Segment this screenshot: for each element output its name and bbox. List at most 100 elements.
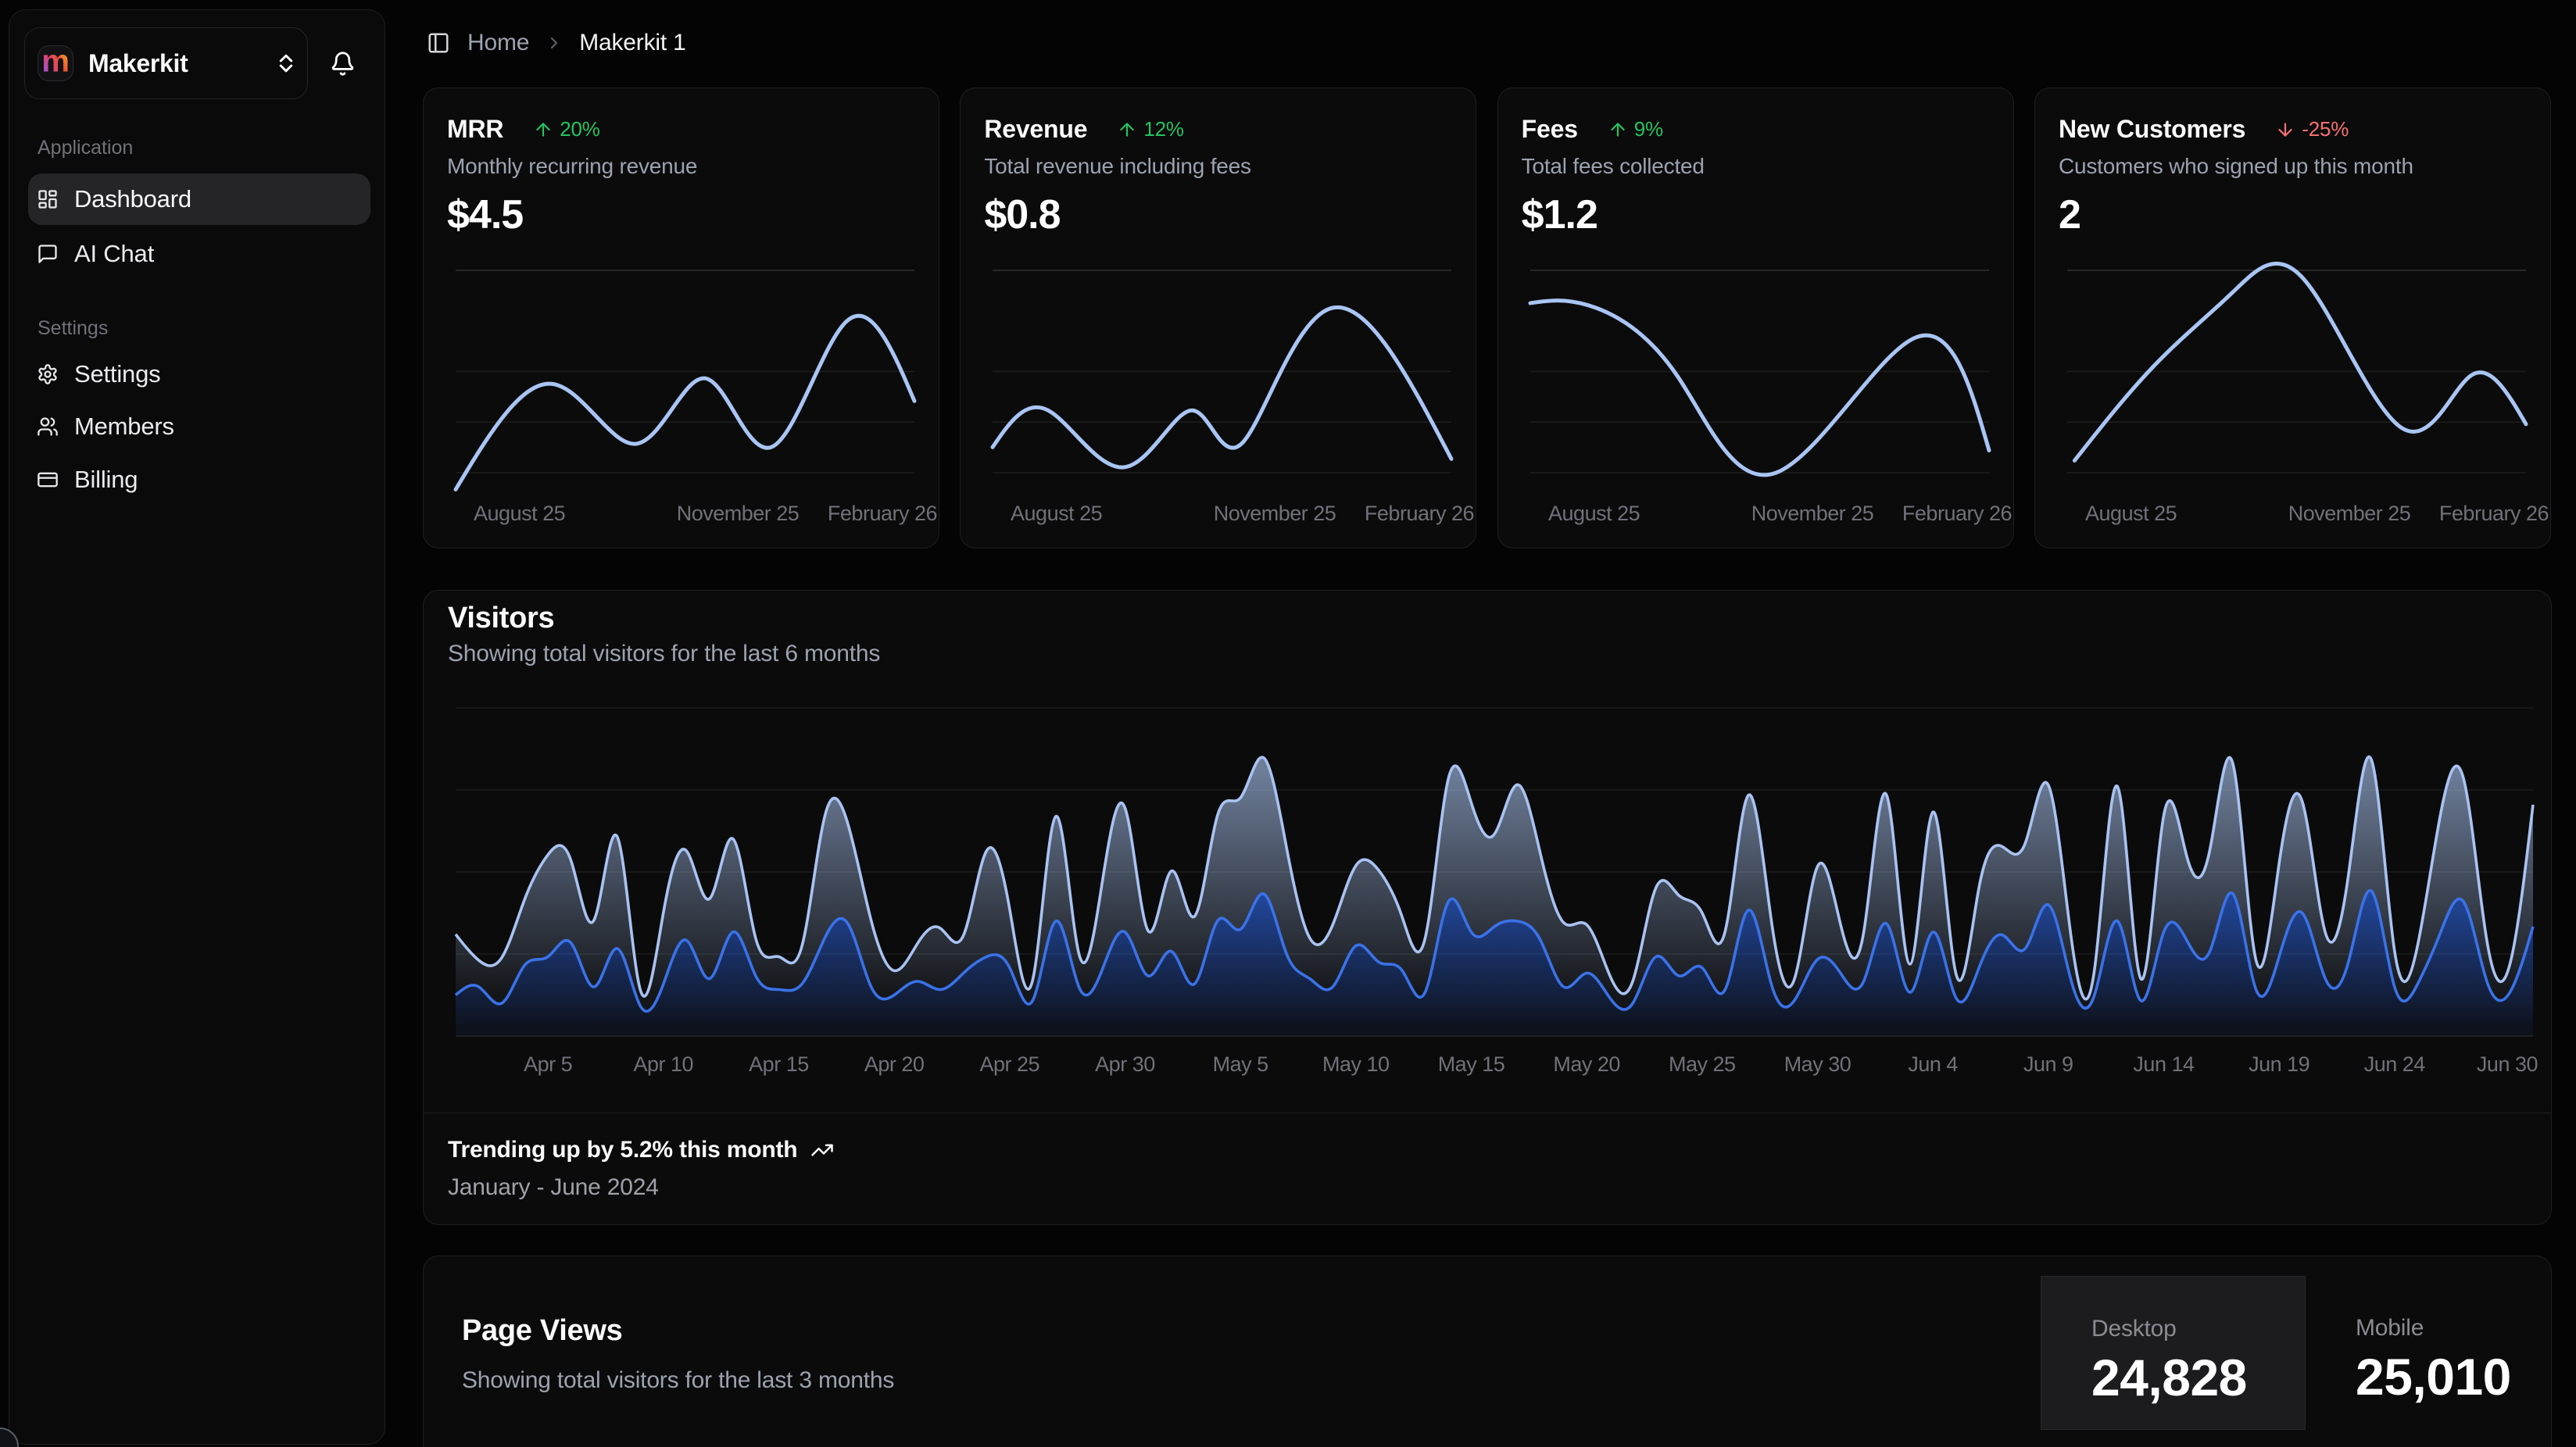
team-name: Makerkit [88,49,275,78]
page-views-stat-mobile[interactable]: Mobile25,010 [2306,1276,2551,1430]
svg-text:Jun 30: Jun 30 [2477,1052,2538,1076]
page-views-stats: Desktop 24,828Mobile25,010 [2041,1276,2551,1430]
svg-text:May 30: May 30 [1784,1052,1852,1076]
stat-card-new-customers: New Customers-25%Customers who signed up… [2034,88,2551,548]
svg-text:November 25: November 25 [1751,502,1873,525]
svg-text:Apr 30: Apr 30 [1095,1052,1155,1076]
sidebar-item-billing[interactable]: Billing [28,454,370,506]
users-icon [37,416,59,438]
stat-trend-value: 9% [1634,117,1663,141]
chevron-right-icon [545,34,564,52]
breadcrumb-current: Makerkit 1 [579,30,685,56]
svg-text:May 10: May 10 [1322,1052,1390,1076]
stat-value: 2 [2059,191,2080,238]
stat-title: New Customers [2059,115,2245,144]
sidebar-item-members[interactable]: Members [28,401,370,452]
stat-sparkline-chart: August 25November 25February 26 [2054,266,2533,540]
stat-card-mrr: MRR 20% Monthly recurring revenue $4.5 Augus… [423,88,939,548]
stat-trend-badge: 12% [1117,117,1183,141]
sidebar-toggle-icon[interactable] [427,31,450,55]
svg-text:February 26: February 26 [828,502,937,525]
svg-text:February 26: February 26 [2439,502,2549,525]
sidebar-item-settings[interactable]: Settings [28,348,370,400]
sidebar-item-ai-chat[interactable]: AI Chat [28,228,370,280]
arrow-up-icon [1117,120,1137,140]
svg-text:November 25: November 25 [2288,502,2411,525]
visitors-footer-title: Trending up by 5.2% this month [448,1137,797,1163]
breadcrumb: Home Makerkit 1 [423,23,686,63]
svg-text:Apr 20: Apr 20 [864,1052,925,1076]
bell-icon [330,51,356,77]
svg-text:Apr 5: Apr 5 [524,1052,572,1076]
stat-trend-badge: 9% [1608,117,1663,141]
sidebar-item-label: Dashboard [74,185,191,213]
svg-text:m: m [41,45,70,79]
svg-text:May 5: May 5 [1213,1052,1268,1076]
stat-sparkline-chart: August 25November 25February 26 [1517,266,1996,540]
stat-trend-badge: -25% [2275,117,2349,141]
makerkit-logo: m [38,45,73,81]
stat-trend-value: -25% [2302,117,2349,141]
sidebar-item-dashboard[interactable]: Dashboard [28,173,370,225]
sidebar: m Makerkit ApplicationDashboardAI ChatSe… [9,9,385,1445]
page-views-subtitle: Showing total visitors for the last 3 mo… [462,1367,894,1394]
visitors-area-chart[interactable]: Apr 5Apr 10Apr 15Apr 20Apr 25Apr 30May 5… [442,688,2534,1095]
breadcrumb-home[interactable]: Home [467,30,529,56]
notifications-button[interactable] [308,51,377,77]
svg-text:Jun 24: Jun 24 [2364,1052,2426,1076]
main: Home Makerkit 1 MRR 20% Monthly recurring … [423,0,2552,1447]
credit-card-icon [37,469,59,491]
svg-text:November 25: November 25 [677,502,800,525]
stat-subtitle: Monthly recurring revenue [447,154,697,179]
visitors-footer-subtitle: January - June 2024 [448,1174,659,1201]
stat-sparkline-chart: August 25November 25February 26 [979,266,1458,540]
stat-subtitle: Total revenue including fees [984,154,1251,179]
stat-sparkline-chart: August 25November 25February 26 [442,266,921,540]
svg-text:Jun 14: Jun 14 [2133,1052,2195,1076]
team-selector[interactable]: m Makerkit [24,27,308,99]
sidebar-item-label: AI Chat [74,240,154,268]
svg-text:August 25: August 25 [1011,502,1102,525]
visitors-card: Visitors Showing total visitors for the … [423,590,2552,1225]
page-views-stat-value: 24,828 [2091,1348,2305,1407]
stat-card-revenue: Revenue12%Total revenue including fees$0… [960,88,1476,548]
message-square-icon [37,243,59,265]
svg-text:February 26: February 26 [1365,502,1474,525]
svg-text:August 25: August 25 [474,502,565,525]
svg-text:May 20: May 20 [1553,1052,1620,1076]
settings-icon [37,363,59,385]
svg-text:August 25: August 25 [2085,502,2177,525]
svg-text:Apr 15: Apr 15 [749,1052,809,1076]
sidebar-item-label: Billing [74,466,138,494]
nav-section-label: Settings [28,317,108,340]
stat-subtitle: Total fees collected [1522,154,1705,179]
visitors-footer: Trending up by 5.2% this month January -… [424,1113,2551,1224]
stat-value: $1.2 [1522,191,1597,238]
arrow-down-icon [2275,120,2295,140]
page-views-stat-label: Mobile [2356,1315,2551,1342]
page-views-stat-label: Desktop [2091,1316,2305,1342]
stat-trend-badge: 20% [533,117,599,141]
stat-value: $4.5 [447,191,523,238]
layout-dashboard-icon [37,188,59,210]
stat-card-fees: Fees 9% Total fees collected $1.2 August 25 N… [1497,88,2014,548]
svg-text:Apr 10: Apr 10 [634,1052,694,1076]
stat-title: Fees [1522,115,1578,144]
sidebar-item-label: Members [74,413,174,441]
chevrons-up-down-icon [275,52,297,74]
stat-title: Revenue [984,115,1087,144]
page-views-stat-desktop[interactable]: Desktop 24,828 [2041,1276,2306,1430]
svg-text:February 26: February 26 [1902,502,2012,525]
arrow-up-icon [1608,120,1628,140]
svg-text:November 25: November 25 [1214,502,1336,525]
sidebar-item-label: Settings [74,360,160,388]
arrow-up-icon [533,120,553,140]
svg-text:Jun 19: Jun 19 [2249,1052,2309,1076]
stat-title: MRR [447,115,503,144]
svg-text:Jun 4: Jun 4 [1908,1052,1958,1076]
visitors-title: Visitors [448,602,554,635]
page-views-card: Page Views Showing total visitors for th… [423,1256,2552,1447]
svg-text:August 25: August 25 [1548,502,1640,525]
stat-trend-value: 12% [1143,117,1183,141]
page-views-title: Page Views [462,1314,622,1348]
